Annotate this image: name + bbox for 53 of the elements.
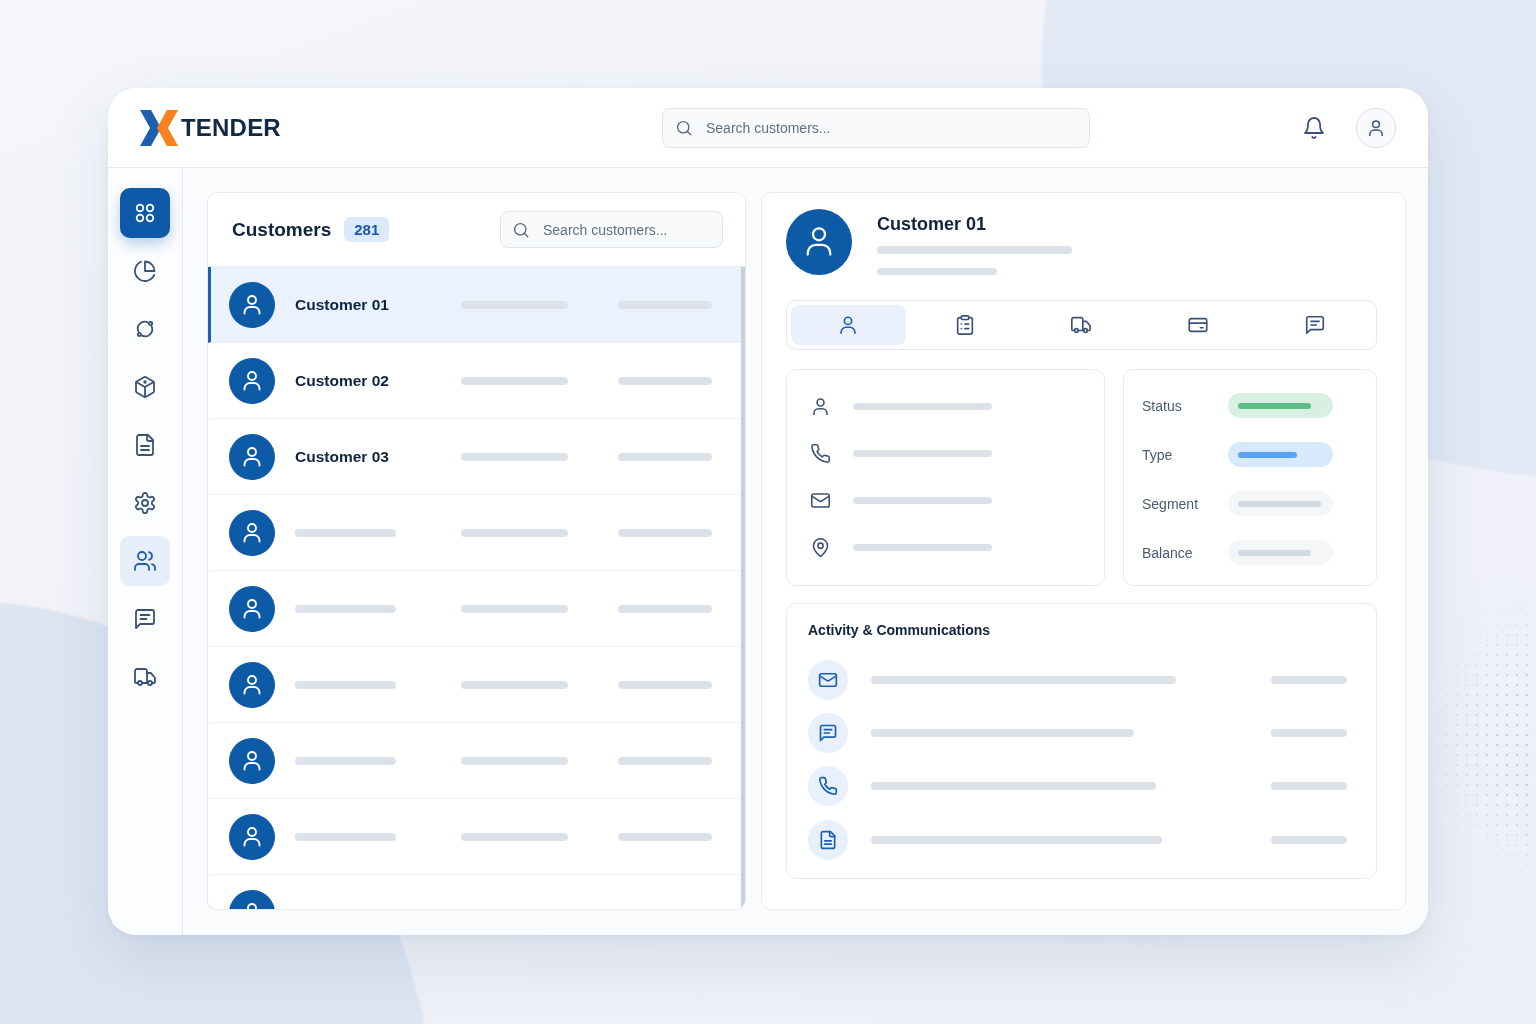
field-label: Status — [1142, 397, 1183, 414]
cube-icon — [133, 375, 157, 399]
search-field[interactable]: Search customers... — [662, 107, 1090, 148]
phone-icon — [810, 443, 831, 464]
truck-icon — [1070, 314, 1093, 336]
search-icon — [675, 118, 693, 137]
customer-name: Customer 03 — [295, 447, 390, 466]
sidebar-item[interactable] — [120, 188, 170, 238]
search-icon — [512, 221, 530, 239]
customer-row[interactable]: Customer 03 — [208, 419, 741, 495]
user-avatar-icon — [229, 357, 275, 404]
settings-icon — [133, 491, 157, 515]
user-avatar-icon — [229, 281, 275, 328]
user-avatar-icon — [229, 813, 275, 860]
scrollbar[interactable] — [741, 267, 745, 909]
user-avatar-icon — [229, 433, 275, 480]
list-title: Customers — [232, 218, 332, 241]
user-avatar-icon — [229, 737, 275, 784]
document-icon — [133, 433, 157, 457]
count-badge: 281 — [344, 217, 390, 242]
field-label: Balance — [1142, 544, 1194, 561]
customer-name: Customer 02 — [295, 371, 390, 390]
account-button[interactable] — [1356, 107, 1396, 148]
truck-icon — [133, 665, 157, 689]
mail-icon — [810, 490, 831, 511]
chat-icon — [808, 712, 848, 753]
document-icon — [808, 819, 848, 860]
user-avatar-icon — [229, 661, 275, 708]
user-avatar-icon — [786, 209, 852, 275]
pie-chart-icon — [133, 259, 157, 283]
mail-icon — [808, 659, 848, 700]
user-icon — [810, 396, 831, 417]
customer-row[interactable]: Customer 02 — [208, 343, 741, 419]
chat-icon — [133, 607, 157, 631]
chat-icon — [1303, 314, 1326, 336]
bell-icon[interactable] — [1302, 115, 1326, 140]
field-label: Segment — [1142, 495, 1200, 512]
search-field[interactable]: Search customers... — [500, 211, 723, 248]
user-icon — [1366, 117, 1386, 138]
user-avatar-icon — [229, 585, 275, 632]
field-label: Type — [1142, 446, 1174, 463]
users-icon — [133, 549, 157, 573]
section-title: Activity & Communications — [808, 621, 992, 640]
logo-mark-icon — [140, 109, 178, 146]
customer-name: Customer 01 — [295, 295, 390, 314]
location-pin-icon — [810, 537, 831, 558]
apps-grid-icon — [133, 201, 157, 225]
phone-icon — [808, 766, 848, 807]
customer-name: Customer 01 — [877, 213, 987, 235]
customer-row[interactable]: Customer 01 — [208, 267, 741, 343]
brand-name: TENDER — [181, 113, 281, 142]
user-avatar-icon — [229, 509, 275, 556]
sidebar-item[interactable] — [120, 536, 170, 586]
